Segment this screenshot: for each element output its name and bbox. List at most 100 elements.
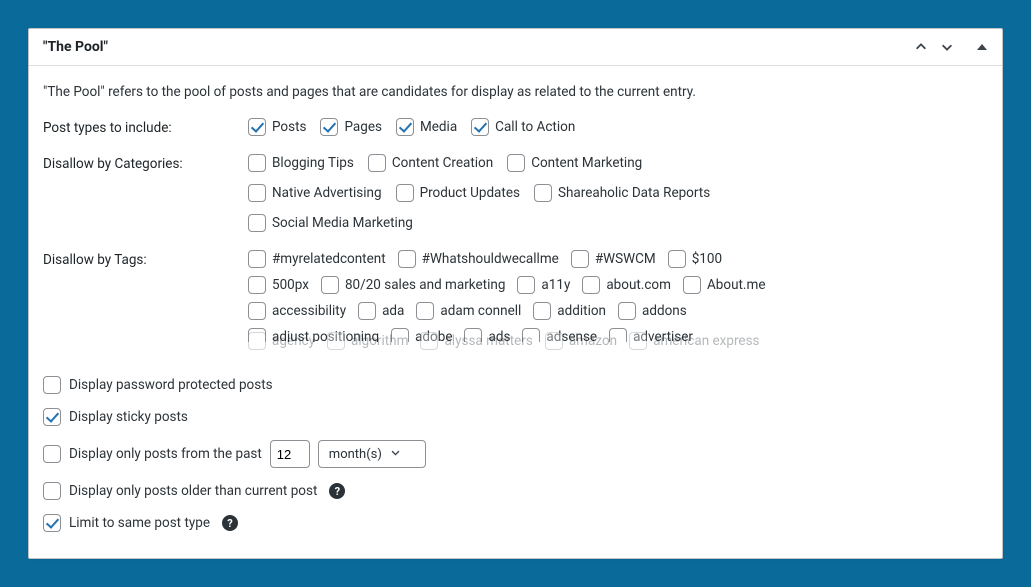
tags-list: #myrelatedcontent #Whatshouldwecallme #W…: [248, 250, 988, 342]
chevron-up-icon[interactable]: [914, 40, 928, 54]
checkbox-tag[interactable]: about.com: [582, 276, 671, 294]
checkbox-input[interactable]: [398, 250, 416, 268]
checkbox-input[interactable]: [358, 302, 376, 320]
checkbox-tag[interactable]: american express: [629, 332, 759, 350]
chevron-down-icon: [390, 447, 401, 462]
checkbox-label: agency: [272, 333, 315, 349]
checkbox-input[interactable]: [396, 118, 414, 136]
checkbox-older-than[interactable]: [43, 482, 61, 500]
panel-header: "The Pool": [29, 29, 1002, 66]
checkbox-label: Pages: [344, 119, 382, 135]
checkbox-tag[interactable]: a11y: [517, 276, 570, 294]
checkbox-label: $100: [692, 251, 722, 267]
checkbox-tag[interactable]: 80/20 sales and marketing: [321, 276, 505, 294]
post-types-list: Posts Pages Media Call to Action: [248, 118, 988, 136]
checkbox-posts[interactable]: Posts: [248, 118, 306, 136]
checkbox-label: Product Updates: [420, 185, 520, 201]
checkbox-input[interactable]: [248, 184, 266, 202]
chevron-down-icon[interactable]: [940, 40, 954, 54]
collapse-icon[interactable]: [976, 41, 988, 53]
checkbox-input[interactable]: [248, 332, 266, 350]
checkbox-label: #Whatshouldwecallme: [422, 251, 559, 267]
checkbox-blogging-tips[interactable]: Blogging Tips: [248, 154, 354, 172]
checkbox-sticky[interactable]: [43, 408, 61, 426]
past-value-input[interactable]: [270, 440, 310, 468]
help-icon[interactable]: ?: [222, 515, 238, 531]
checkbox-past[interactable]: [43, 445, 61, 463]
checkbox-input[interactable]: [248, 276, 266, 294]
checkbox-native-advertising[interactable]: Native Advertising: [248, 184, 382, 202]
checkbox-content-marketing[interactable]: Content Marketing: [507, 154, 642, 172]
checkbox-input[interactable]: [507, 154, 525, 172]
panel-description: "The Pool" refers to the pool of posts a…: [43, 84, 988, 100]
checkbox-label: Posts: [272, 119, 306, 135]
checkbox-input[interactable]: [618, 302, 636, 320]
sticky-row: Display sticky posts: [43, 408, 988, 426]
checkbox-label: Media: [420, 119, 457, 135]
checkbox-input[interactable]: [571, 250, 589, 268]
checkbox-input[interactable]: [582, 276, 600, 294]
checkbox-pages[interactable]: Pages: [320, 118, 382, 136]
checkbox-input[interactable]: [420, 332, 438, 350]
checkbox-tag[interactable]: algorithm: [327, 332, 408, 350]
checkbox-tag[interactable]: accessibility: [248, 302, 346, 320]
checkbox-label: amazon: [569, 333, 617, 349]
checkbox-password-protected[interactable]: [43, 376, 61, 394]
checkbox-tag[interactable]: amazon: [545, 332, 617, 350]
checkbox-tag[interactable]: About.me: [683, 276, 766, 294]
tags-label: Disallow by Tags:: [43, 250, 248, 268]
checkbox-input[interactable]: [629, 332, 647, 350]
checkbox-input[interactable]: [327, 332, 345, 350]
checkbox-input[interactable]: [248, 118, 266, 136]
checkbox-input[interactable]: [534, 184, 552, 202]
checkbox-tag[interactable]: #WSWCM: [571, 250, 656, 268]
checkbox-label: Content Marketing: [531, 155, 642, 171]
checkbox-input[interactable]: [396, 184, 414, 202]
checkbox-tag[interactable]: #Whatshouldwecallme: [398, 250, 559, 268]
checkbox-input[interactable]: [545, 332, 563, 350]
checkbox-input[interactable]: [368, 154, 386, 172]
checkbox-input[interactable]: [683, 276, 701, 294]
checkbox-label: #myrelatedcontent: [272, 251, 386, 267]
checkbox-social-media-marketing[interactable]: Social Media Marketing: [248, 214, 413, 232]
help-icon[interactable]: ?: [329, 483, 345, 499]
checkbox-call-to-action[interactable]: Call to Action: [471, 118, 575, 136]
tags-scroll[interactable]: #myrelatedcontent #Whatshouldwecallme #W…: [248, 250, 988, 342]
checkbox-label: a11y: [541, 277, 570, 293]
checkbox-input[interactable]: [248, 250, 266, 268]
checkbox-tag[interactable]: ada: [358, 302, 404, 320]
checkbox-label: 500px: [272, 277, 309, 293]
checkbox-tag[interactable]: alyssa matters: [420, 332, 532, 350]
post-types-row: Post types to include: Posts Pages Media…: [43, 118, 988, 136]
checkbox-limit-same[interactable]: [43, 514, 61, 532]
checkbox-label: accessibility: [272, 303, 346, 319]
checkbox-input[interactable]: [668, 250, 686, 268]
checkbox-input[interactable]: [416, 302, 434, 320]
panel-body: "The Pool" refers to the pool of posts a…: [29, 66, 1002, 558]
checkbox-input[interactable]: [471, 118, 489, 136]
checkbox-content-creation[interactable]: Content Creation: [368, 154, 493, 172]
checkbox-product-updates[interactable]: Product Updates: [396, 184, 520, 202]
checkbox-input[interactable]: [248, 302, 266, 320]
checkbox-tag[interactable]: adam connell: [416, 302, 521, 320]
checkbox-input[interactable]: [248, 154, 266, 172]
checkbox-label: ada: [382, 303, 404, 319]
checkbox-tag[interactable]: 500px: [248, 276, 309, 294]
post-types-label: Post types to include:: [43, 118, 248, 136]
checkbox-input[interactable]: [248, 214, 266, 232]
checkbox-input[interactable]: [533, 302, 551, 320]
the-pool-panel: "The Pool" "The Pool" refers to the pool…: [28, 28, 1003, 559]
checkbox-input[interactable]: [320, 118, 338, 136]
checkbox-input[interactable]: [517, 276, 535, 294]
checkbox-input[interactable]: [321, 276, 339, 294]
checkbox-shareaholic-data-reports[interactable]: Shareaholic Data Reports: [534, 184, 710, 202]
checkbox-label: Call to Action: [495, 119, 575, 135]
checkbox-tag[interactable]: #myrelatedcontent: [248, 250, 386, 268]
checkbox-tag[interactable]: $100: [668, 250, 722, 268]
categories-list: Blogging Tips Content Creation Content M…: [248, 154, 988, 232]
checkbox-tag[interactable]: addition: [533, 302, 606, 320]
past-unit-select[interactable]: month(s): [318, 440, 426, 468]
checkbox-media[interactable]: Media: [396, 118, 457, 136]
checkbox-tag[interactable]: agency: [248, 332, 315, 350]
checkbox-tag[interactable]: addons: [618, 302, 687, 320]
